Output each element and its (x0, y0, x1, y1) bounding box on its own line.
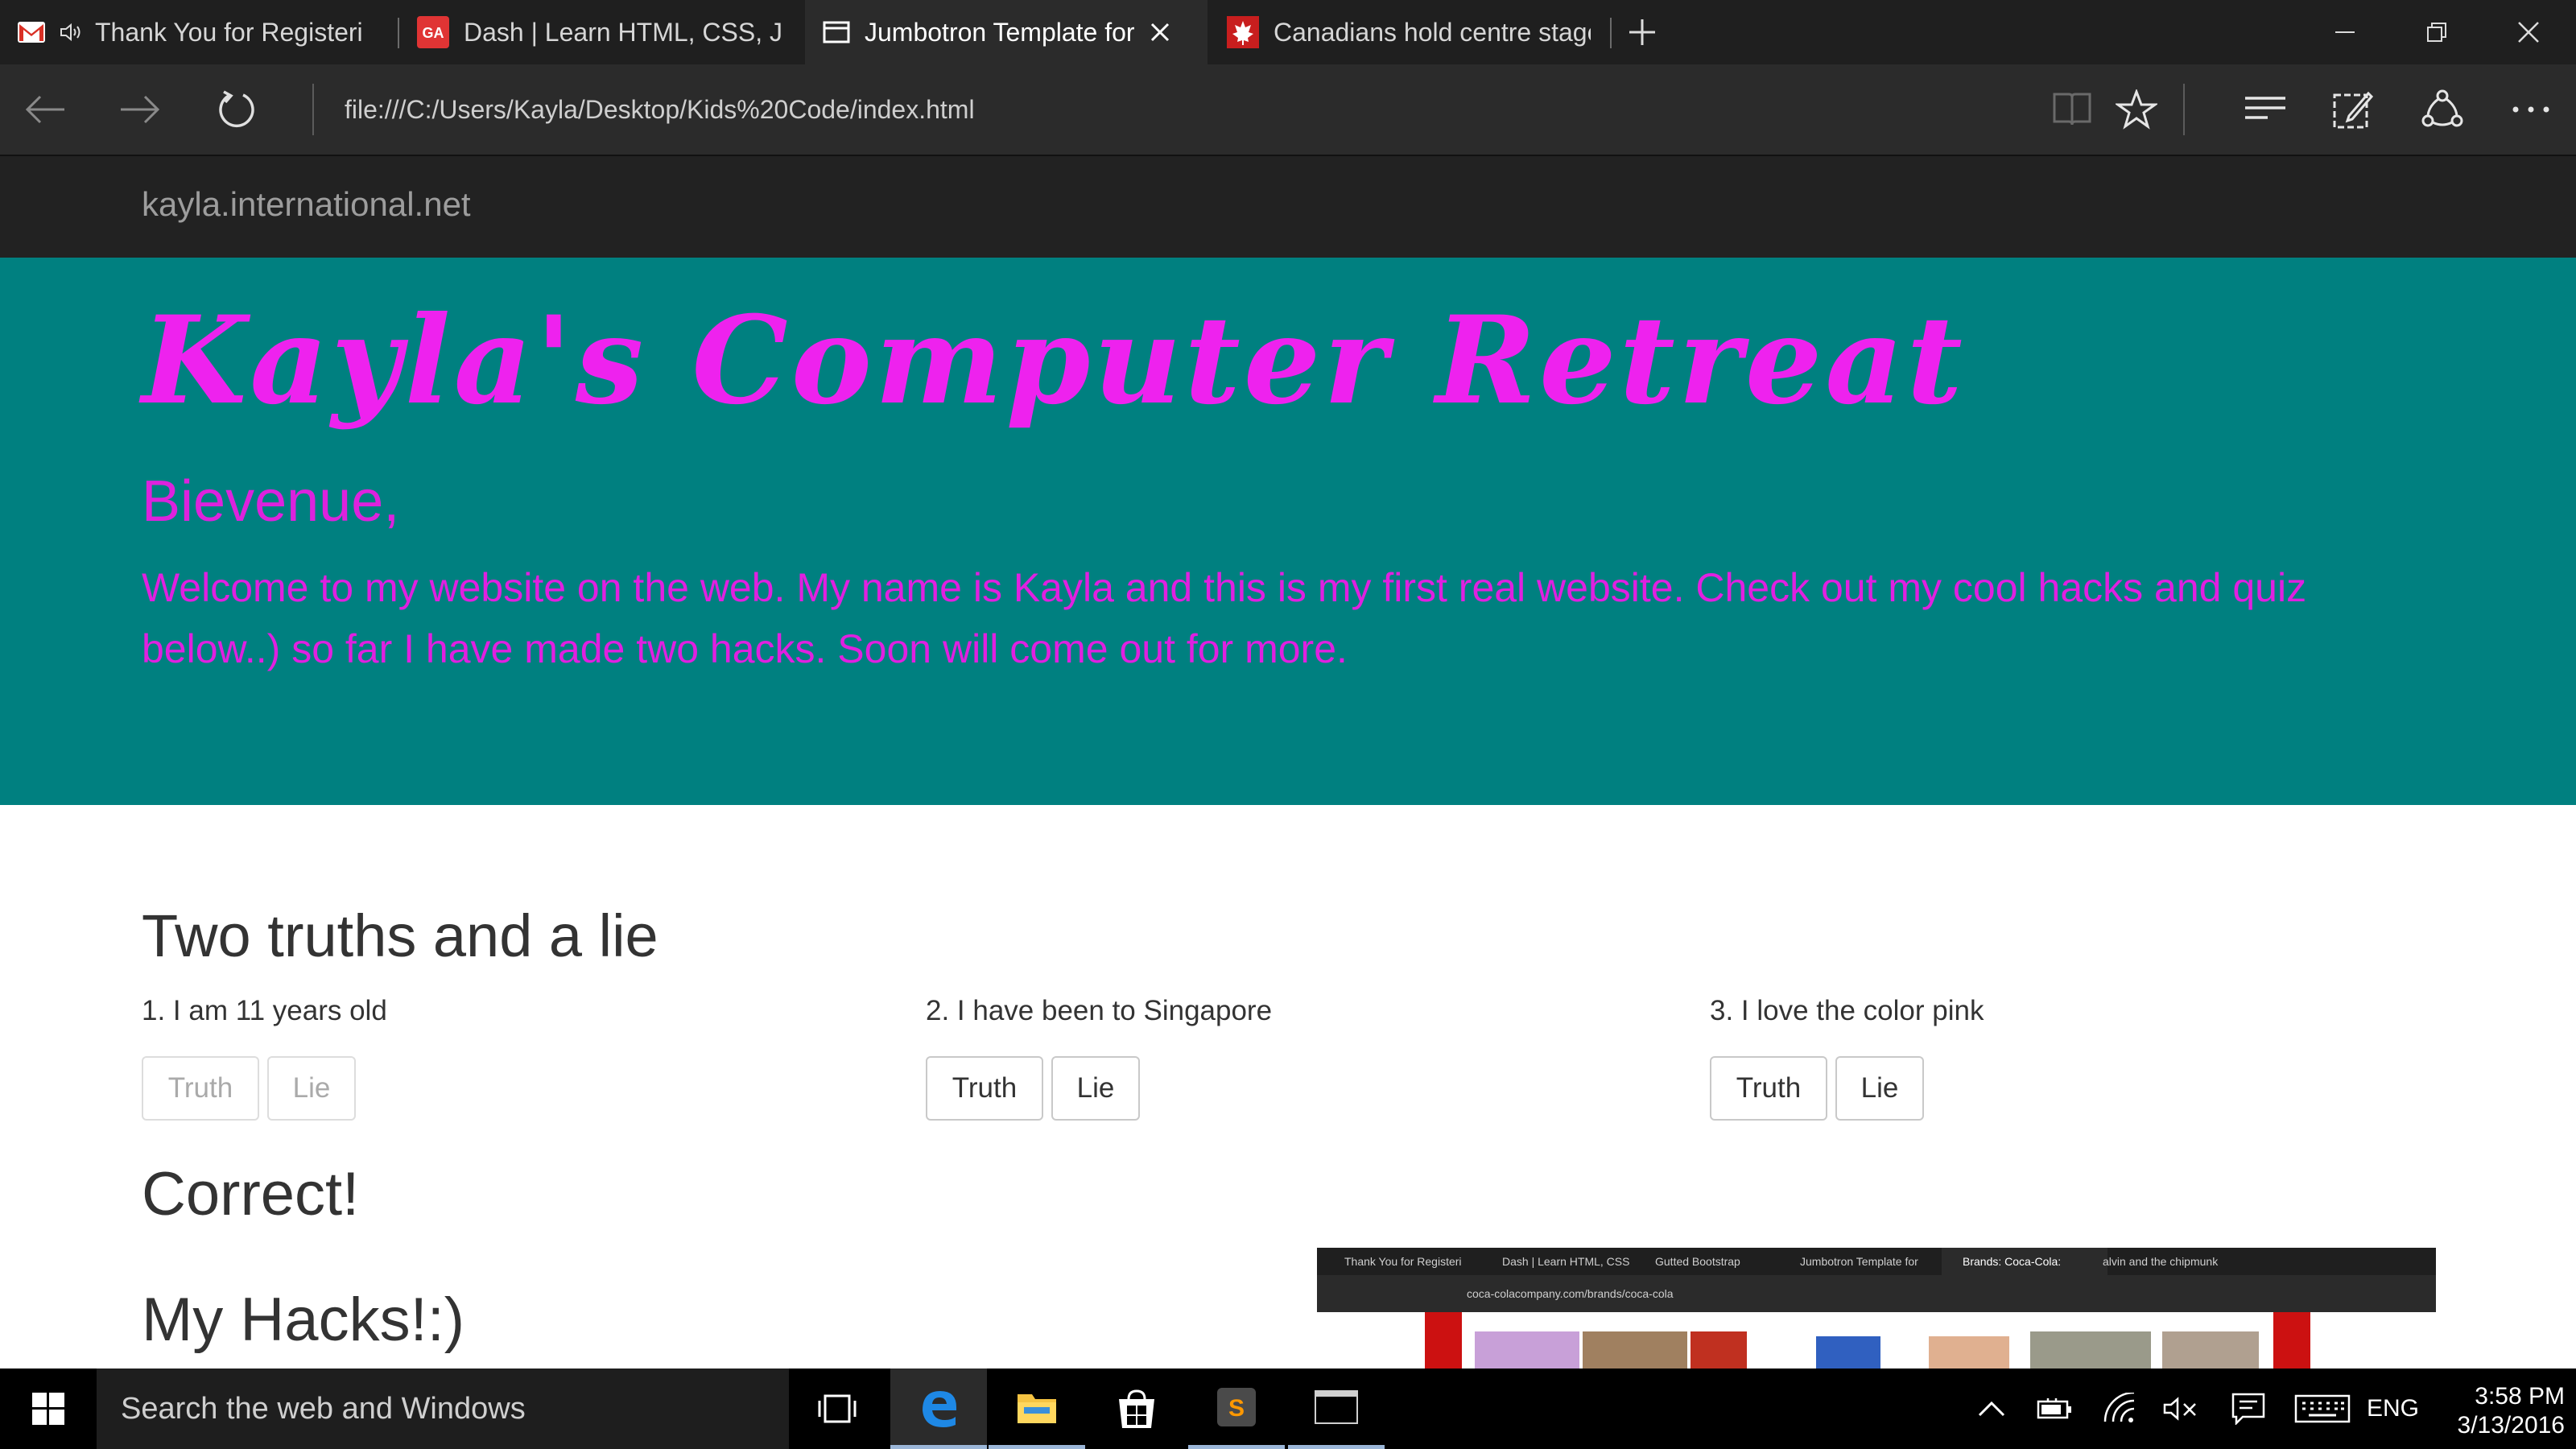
close-window-button[interactable] (2483, 0, 2574, 64)
wifi-icon[interactable] (2093, 1368, 2146, 1449)
truth-button-3[interactable]: Truth (1710, 1056, 1827, 1121)
quiz-heading: Two truths and a lie (142, 902, 658, 969)
ga-icon: GA (417, 16, 449, 48)
tab-canadians[interactable]: Canadians hold centre stage (1209, 0, 1607, 64)
site-navbar: kayla.international.net (0, 156, 2576, 259)
address-bar[interactable]: file:///C:/Users/Kayla/Desktop/Kids%20Co… (345, 89, 1955, 130)
show-hidden-icons-chevron-icon[interactable] (1967, 1368, 2016, 1449)
back-button[interactable] (14, 80, 76, 138)
tab-dash[interactable]: GA Dash | Learn HTML, CSS, Jav (399, 0, 797, 64)
edge-browser-icon[interactable] (890, 1368, 987, 1449)
maple-leaf-icon (1227, 16, 1259, 48)
hacks-heading: My Hacks!:) (142, 1286, 465, 1354)
web-note-icon[interactable] (2322, 80, 2383, 138)
favorite-star-icon[interactable] (2106, 80, 2167, 138)
svg-text:S: S (1228, 1395, 1245, 1422)
truth-button-2[interactable]: Truth (926, 1056, 1043, 1121)
minimize-button[interactable] (2299, 0, 2391, 64)
quiz-statement-3: 3. I love the color pink (1710, 995, 1984, 1026)
new-tab-button[interactable] (1612, 0, 1673, 64)
toolbar-divider (312, 84, 314, 135)
tab-jumbotron[interactable]: Jumbotron Template for (805, 0, 1208, 64)
page-title: Kayla's Computer Retreat (142, 290, 1966, 431)
lie-button-1[interactable]: Lie (267, 1056, 356, 1121)
tab-label: Canadians hold centre stage (1274, 17, 1591, 47)
command-prompt-icon[interactable] (1288, 1368, 1385, 1449)
browser-tab-bar: Thank You for Registeri GA Dash | Learn … (0, 0, 2576, 64)
volume-muted-icon[interactable] (2154, 1368, 2207, 1449)
embedded-tab: Gutted Bootstrap (1655, 1255, 1740, 1268)
windows-taskbar: Search the web and Windows S ENG 3:58 PM… (0, 1368, 2576, 1449)
close-tab-icon[interactable] (1150, 22, 1170, 43)
hub-icon[interactable] (2235, 80, 2296, 138)
refresh-button[interactable] (206, 80, 267, 138)
reading-view-icon[interactable] (2041, 80, 2103, 138)
lie-button-3[interactable]: Lie (1835, 1056, 1924, 1121)
more-options-icon[interactable] (2500, 80, 2562, 138)
tab-label: Dash | Learn HTML, CSS, Jav (464, 17, 781, 47)
file-explorer-icon[interactable] (989, 1368, 1085, 1449)
tab-label: Thank You for Registeri (95, 17, 363, 47)
site-brand-link[interactable]: kayla.international.net (142, 185, 471, 224)
embedded-tab: Thank You for Registeri (1344, 1255, 1462, 1268)
quiz-statement-2: 2. I have been to Singapore (926, 995, 1273, 1026)
share-icon[interactable] (2412, 80, 2473, 138)
browser-toolbar: file:///C:/Users/Kayla/Desktop/Kids%20Co… (0, 64, 2576, 156)
embedded-tab: Dash | Learn HTML, CSS (1502, 1255, 1630, 1268)
embedded-tab: Jumbotron Template for (1800, 1255, 1918, 1268)
taskbar-search-box[interactable]: Search the web and Windows (97, 1368, 789, 1449)
gmail-icon (18, 22, 45, 43)
task-view-icon[interactable] (789, 1368, 886, 1449)
embedded-url: coca-colacompany.com/brands/coca-cola (1467, 1287, 1674, 1300)
toolbar-divider (2183, 84, 2185, 135)
battery-charging-icon[interactable] (2029, 1368, 2082, 1449)
speaker-playing-icon[interactable] (60, 22, 84, 43)
welcome-text: Welcome to my website on the web. My nam… (142, 565, 2307, 671)
embedded-tab-bar: Thank You for Registeri Dash | Learn HTM… (1317, 1248, 2436, 1275)
input-language-indicator[interactable]: ENG (2367, 1368, 2419, 1449)
hack-screenshot-image: Thank You for Registeri Dash | Learn HTM… (1317, 1248, 2436, 1368)
embedded-page-area (1317, 1312, 2436, 1368)
svg-text:GA: GA (423, 25, 444, 41)
embedded-tab: alvin and the chipmunk (2103, 1255, 2219, 1268)
restore-button[interactable] (2391, 0, 2483, 64)
store-icon[interactable] (1088, 1368, 1185, 1449)
embedded-tab: Brands: Coca-Cola: (1942, 1248, 2107, 1275)
sublime-text-icon[interactable]: S (1188, 1368, 1285, 1449)
jumbotron: Kayla's Computer Retreat Bievenue, Welco… (0, 258, 2576, 805)
start-button[interactable] (0, 1368, 97, 1449)
truth-button-1[interactable]: Truth (142, 1056, 259, 1121)
clock-date[interactable]: 3/13/2016 (2423, 1412, 2565, 1439)
clock-time[interactable]: 3:58 PM (2423, 1383, 2565, 1410)
embedded-toolbar: coca-colacompany.com/brands/coca-cola (1317, 1275, 2436, 1312)
lie-button-2[interactable]: Lie (1051, 1056, 1140, 1121)
greeting: Bievenue, (142, 469, 400, 534)
touch-keyboard-icon[interactable] (2286, 1368, 2359, 1449)
tab-label: Jumbotron Template for (865, 17, 1135, 47)
tab-gmail[interactable]: Thank You for Registeri (0, 0, 398, 64)
quiz-statement-1: 1. I am 11 years old (142, 995, 387, 1026)
forward-button[interactable] (109, 80, 171, 138)
quiz-result: Correct! (142, 1160, 360, 1228)
page-icon (823, 21, 850, 43)
action-center-icon[interactable] (2219, 1368, 2278, 1449)
